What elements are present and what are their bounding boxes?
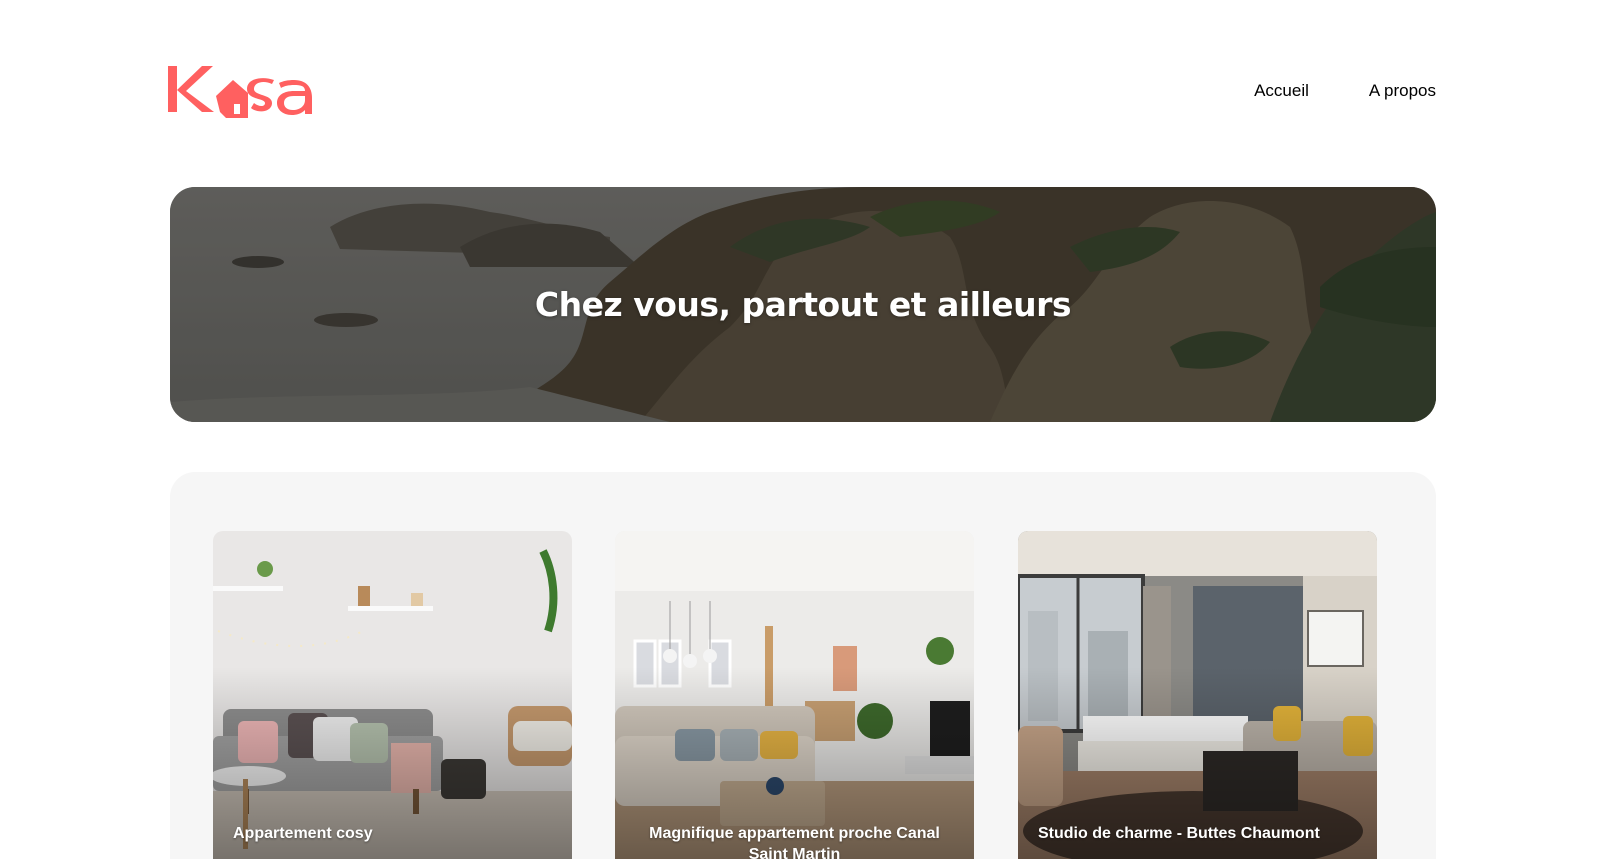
listing-title[interactable]: Magnifique appartement proche Canal Sain… (635, 823, 954, 859)
nav-link-about[interactable]: A propos (1369, 81, 1436, 101)
listing-card[interactable]: Studio de charme - Buttes Chaumont (1018, 531, 1377, 859)
listing-card[interactable]: Magnifique appartement proche Canal Sain… (615, 531, 974, 859)
kasa-logo-mark (168, 66, 312, 118)
listing-title[interactable]: Appartement cosy (233, 823, 552, 844)
banner-title: Chez vous, partout et ailleurs (534, 285, 1072, 324)
main-nav: Accueil A propos (1254, 81, 1436, 101)
nav-link-home[interactable]: Accueil (1254, 81, 1309, 101)
kasa-logo[interactable] (168, 58, 334, 124)
listing-card[interactable]: Appartement cosy (213, 531, 572, 859)
listings-gallery: Appartement cosy Magnifique appartement … (170, 472, 1436, 859)
card-gradient (615, 531, 974, 859)
listing-title[interactable]: Studio de charme - Buttes Chaumont (1038, 823, 1357, 844)
hero-banner: Chez vous, partout et ailleurs (170, 187, 1436, 422)
card-gradient (1018, 531, 1377, 859)
site-header: Accueil A propos (168, 58, 1436, 124)
card-gradient (213, 531, 572, 859)
